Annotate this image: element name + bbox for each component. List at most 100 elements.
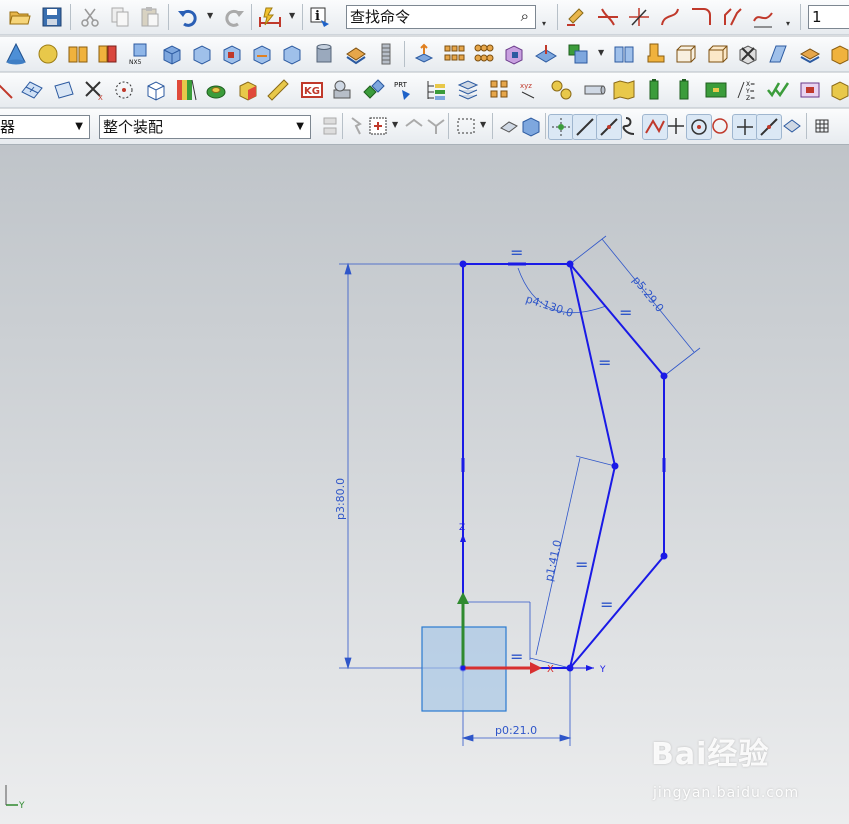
select-box-icon[interactable] [366, 114, 390, 138]
box-7-icon[interactable] [828, 78, 849, 102]
snap-quadrant-icon[interactable] [708, 114, 732, 138]
extrude-icon[interactable] [412, 42, 436, 66]
select-edge-icon[interactable] [424, 114, 448, 138]
dimension-p1-label[interactable]: p1:41.0 [542, 539, 564, 583]
save-icon[interactable] [40, 5, 64, 29]
snap-line-icon[interactable] [572, 114, 598, 140]
curve-dropdown-icon[interactable]: ▾ [786, 20, 794, 28]
snap-perpendicular-icon[interactable] [664, 114, 688, 138]
delete-body-icon[interactable] [736, 42, 760, 66]
chamfer-icon[interactable] [720, 5, 744, 29]
sketch-drawing[interactable]: p3:80.0 p0:21.0 p5:29.0 p1:41.0 p4:130.0 [0, 145, 849, 824]
eraser-icon[interactable] [497, 114, 521, 138]
box-6-icon[interactable] [828, 42, 849, 66]
grid-icon[interactable] [810, 114, 834, 138]
box-wire-icon[interactable] [674, 42, 698, 66]
tube-icon[interactable] [582, 78, 606, 102]
rectangle-dropdown-icon[interactable]: ▼ [480, 121, 488, 129]
copy-icon[interactable] [108, 5, 132, 29]
point-icon[interactable] [0, 78, 16, 102]
block-icon[interactable] [160, 42, 184, 66]
prt-export-icon[interactable]: PRT [392, 78, 416, 102]
color-ramp-icon[interactable] [174, 78, 198, 102]
offset-face-icon[interactable] [798, 42, 822, 66]
dimension-p3-label[interactable]: p3:80.0 [334, 478, 347, 520]
search-icon[interactable]: ⌕ [521, 5, 529, 27]
grid-surface-icon[interactable] [20, 78, 44, 102]
snap-endpoints-icon[interactable] [548, 114, 574, 140]
layers-icon[interactable] [456, 78, 480, 102]
select-face-icon[interactable] [402, 114, 426, 138]
trim-body-icon[interactable] [534, 42, 558, 66]
thread-icon[interactable] [374, 42, 398, 66]
check-constraints-icon[interactable] [766, 78, 790, 102]
undo-icon[interactable] [176, 5, 200, 29]
expression-icon[interactable]: X= Y= Z= [736, 78, 760, 102]
dimension-p3[interactable] [339, 262, 463, 670]
pattern-box-icon[interactable] [96, 42, 120, 66]
box-4-icon[interactable] [250, 42, 274, 66]
torus-icon[interactable] [204, 78, 228, 102]
layer-input[interactable]: 1 [808, 5, 849, 29]
section-view-icon[interactable] [612, 42, 636, 66]
constraints-dropdown-icon[interactable]: ▼ [289, 12, 297, 20]
green-frame-icon[interactable] [704, 78, 728, 102]
select-body-icon[interactable] [519, 114, 543, 138]
datum-axis-icon[interactable]: X [82, 78, 106, 102]
dimension-p4-label[interactable]: p4:130.0 [524, 292, 575, 320]
finder-dropdown-icon[interactable]: ▾ [542, 20, 550, 28]
mirror-icon[interactable] [502, 42, 526, 66]
fillet-icon[interactable] [689, 5, 713, 29]
draft-icon[interactable] [766, 42, 790, 66]
selection-scope-select[interactable]: 整个装配 ▼ [99, 115, 311, 139]
cone-icon[interactable] [4, 42, 28, 66]
undo-dropdown-icon[interactable]: ▼ [207, 12, 215, 20]
select-dropdown-icon[interactable]: ▼ [392, 121, 400, 129]
profile-icon[interactable] [596, 5, 620, 29]
datum-plane-icon[interactable] [52, 78, 76, 102]
component-pattern-icon[interactable] [488, 78, 512, 102]
shell-icon[interactable] [344, 42, 368, 66]
boot-icon[interactable] [644, 42, 668, 66]
command-finder-input[interactable]: 查找命令 ⌕ [346, 5, 536, 29]
battery-icon[interactable] [642, 78, 666, 102]
cut-icon[interactable] [78, 5, 102, 29]
datum-point-icon[interactable] [112, 78, 136, 102]
sketch-feature-icon[interactable] [565, 5, 589, 29]
redo-icon[interactable] [222, 5, 246, 29]
dimension-p5-label[interactable]: p5:29.0 [630, 274, 667, 315]
type-filter-select[interactable]: 器 ▼ [0, 115, 90, 139]
snap-control-icon[interactable] [620, 114, 644, 138]
dimension-p0-label[interactable]: p0:21.0 [495, 724, 537, 737]
open-folder-icon[interactable] [8, 5, 32, 29]
circular-pattern-icon[interactable] [472, 42, 496, 66]
box-wire-2-icon[interactable] [706, 42, 730, 66]
line-icon[interactable] [627, 5, 651, 29]
battery-2-icon[interactable] [672, 78, 696, 102]
mate-icon[interactable] [362, 78, 386, 102]
spline-icon[interactable] [751, 5, 775, 29]
ruler-icon[interactable] [266, 78, 290, 102]
box-5-icon[interactable] [280, 42, 304, 66]
snap-existing-point-icon[interactable] [732, 114, 758, 140]
cylinder-icon[interactable] [312, 42, 336, 66]
inferred-constraints-icon[interactable] [258, 5, 282, 29]
csys-icon[interactable] [144, 78, 168, 102]
map-icon[interactable] [612, 78, 636, 102]
snap-point-on-curve-icon[interactable] [756, 114, 782, 140]
arc-icon[interactable] [658, 5, 682, 29]
measure-icon[interactable] [330, 78, 354, 102]
snap-midpoint-icon[interactable] [596, 114, 622, 140]
box-3-icon[interactable] [220, 42, 244, 66]
shaded-box-icon[interactable] [236, 78, 260, 102]
sphere-icon[interactable] [36, 42, 60, 66]
graphics-window[interactable]: p3:80.0 p0:21.0 p5:29.0 p1:41.0 p4:130.0 [0, 145, 849, 824]
paste-icon[interactable] [138, 5, 162, 29]
unite-icon[interactable] [566, 42, 590, 66]
nx-part-icon[interactable]: NX5 [128, 42, 152, 66]
boolean-dropdown-icon[interactable]: ▼ [598, 49, 606, 57]
book-icon[interactable] [66, 42, 90, 66]
sketch-vertices[interactable] [459, 260, 668, 672]
box-2-icon[interactable] [190, 42, 214, 66]
spheres-icon[interactable] [550, 78, 574, 102]
